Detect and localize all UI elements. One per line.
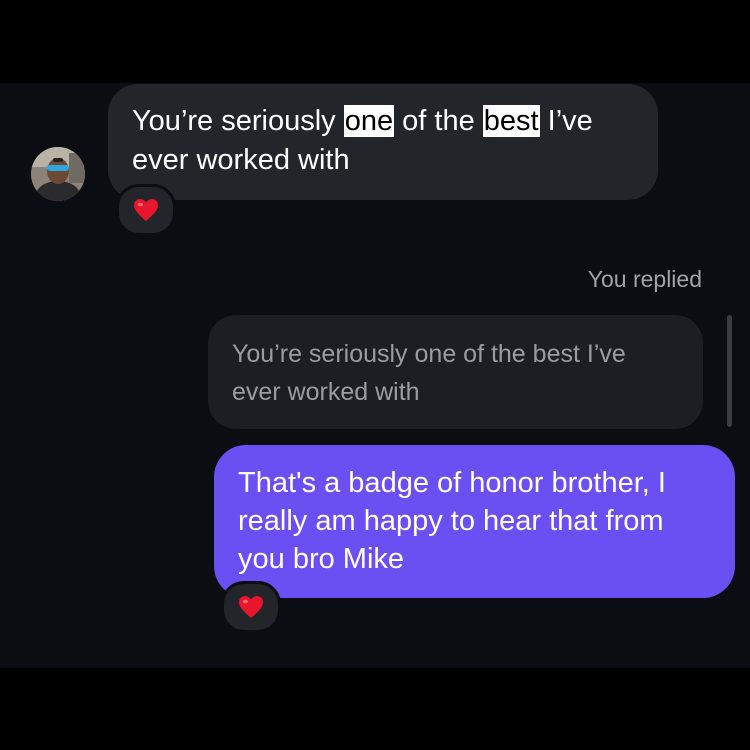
contact-avatar[interactable] [31,147,85,201]
incoming-message-bubble[interactable]: You’re seriously one of the best I’ve ev… [108,84,658,200]
message-text: You’re seriously [132,105,344,137]
heart-icon [239,596,263,618]
reply-quote-bar [727,315,732,427]
highlighted-word: one [343,105,395,137]
heart-reaction[interactable] [116,184,176,236]
message-text: of the [394,105,483,137]
outgoing-message-bubble[interactable]: That's a badge of honor brother, I reall… [214,445,735,598]
heart-reaction[interactable] [221,581,281,633]
replied-label: You replied [587,266,702,292]
highlighted-word: best [482,105,540,137]
quoted-message[interactable]: You’re seriously one of the best I’ve ev… [208,315,703,429]
heart-icon [134,199,158,221]
